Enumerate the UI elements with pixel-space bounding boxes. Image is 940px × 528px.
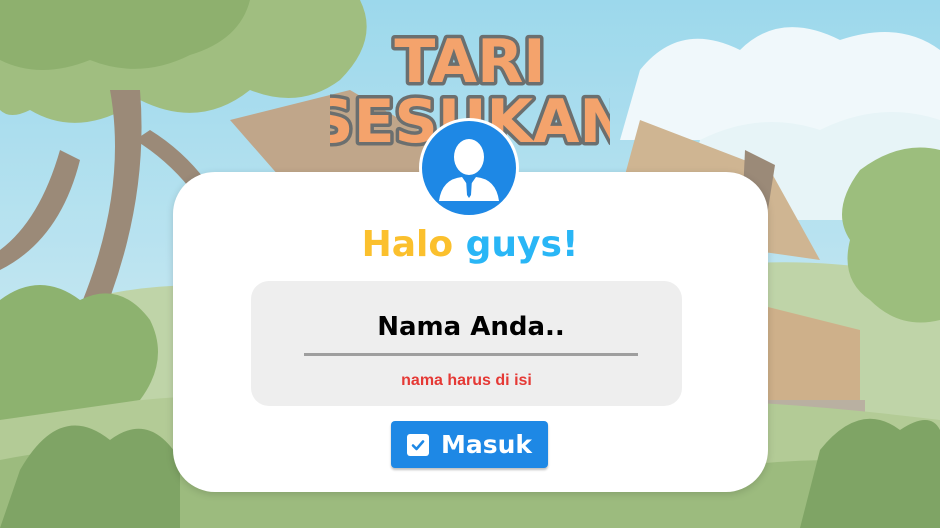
greeting-word2: guys (465, 224, 562, 265)
login-button[interactable]: Masuk (391, 421, 548, 468)
login-button-label: Masuk (440, 430, 533, 459)
checkbox-icon (406, 433, 429, 456)
user-avatar-icon (419, 118, 519, 218)
greeting-word1: Halo (361, 224, 454, 265)
greeting-punct: ! (561, 224, 579, 265)
greeting-heading: Halo guys! (0, 224, 940, 265)
name-input[interactable] (304, 300, 638, 356)
validation-error: nama harus di isi (401, 372, 532, 389)
